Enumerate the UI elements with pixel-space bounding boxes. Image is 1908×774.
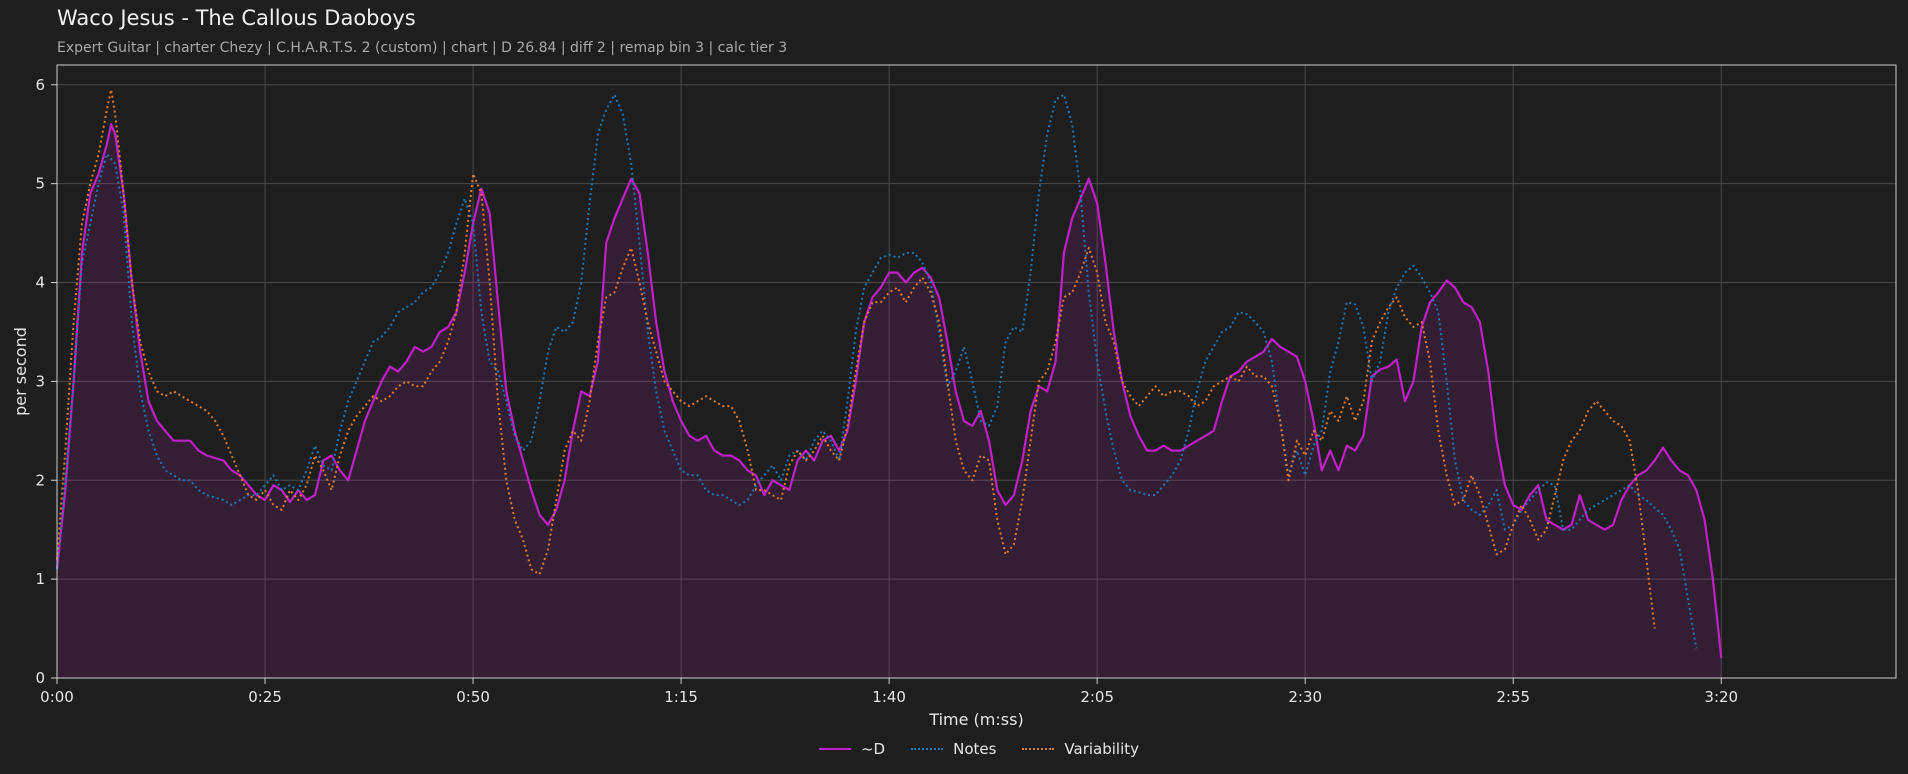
legend-item-variability: Variability <box>1022 740 1139 758</box>
x-tick-label: 2:55 <box>1496 688 1530 706</box>
y-tick-label: 4 <box>35 274 45 292</box>
x-tick-label: 1:40 <box>872 688 906 706</box>
y-tick-label: 1 <box>35 570 45 588</box>
x-tick-label: 0:50 <box>456 688 490 706</box>
legend-item-d: ~D <box>818 740 886 758</box>
legend: ~D Notes Variability <box>0 736 1908 758</box>
chart-plot: 0:00 0:25 0:50 1:15 1:40 2:05 2:30 2:55 3:20 0 1 2 3… <box>11 64 1897 729</box>
legend-swatch <box>1022 748 1055 750</box>
y-tick-label: 6 <box>35 76 45 94</box>
x-tick-label: 0:25 <box>248 688 282 706</box>
x-tick-label: 0:00 <box>40 688 74 706</box>
x-axis-label: Time (m:ss) <box>928 710 1023 729</box>
x-tick-label: 1:15 <box>664 688 698 706</box>
y-axis-label: per second <box>11 327 30 416</box>
y-tick-label: 3 <box>35 372 45 390</box>
legend-label: Notes <box>953 740 997 758</box>
legend-swatch <box>818 748 851 750</box>
legend-swatch <box>911 748 944 750</box>
y-tick-label: 0 <box>35 669 45 687</box>
x-tick-label: 2:05 <box>1080 688 1114 706</box>
x-tick-label: 2:30 <box>1288 688 1322 706</box>
y-tick-label: 2 <box>35 471 45 489</box>
legend-item-notes: Notes <box>911 740 996 758</box>
legend-label: ~D <box>860 740 886 758</box>
legend-label: Variability <box>1064 740 1140 758</box>
x-tick-label: 3:20 <box>1704 688 1738 706</box>
y-tick-label: 5 <box>35 175 45 193</box>
